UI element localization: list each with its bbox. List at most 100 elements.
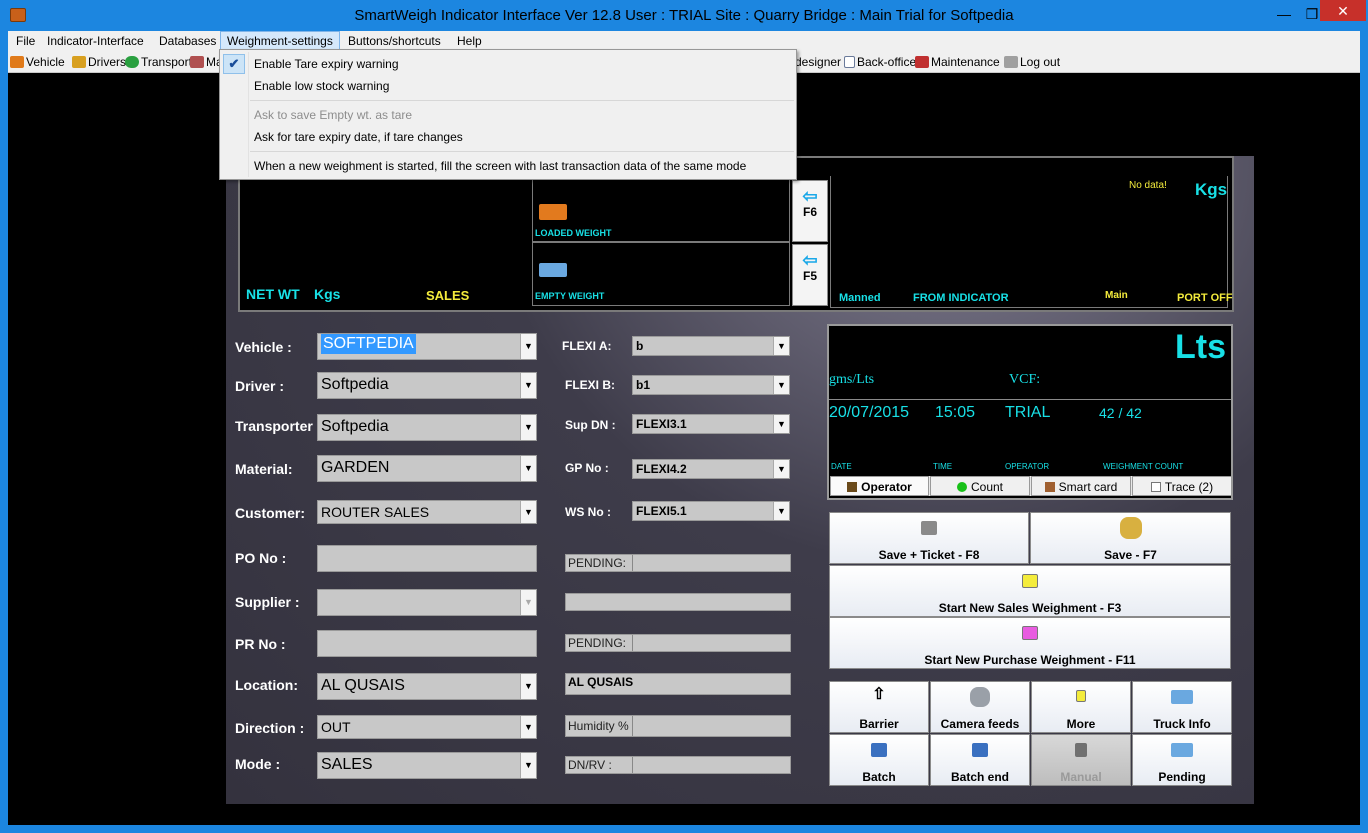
f6-button[interactable]: ⇦ F6 — [792, 180, 828, 242]
po-no-input[interactable] — [317, 545, 537, 572]
tab-count[interactable]: Count — [930, 476, 1030, 496]
toolbar-back-office[interactable]: Back-office — [844, 54, 916, 70]
chevron-down-icon[interactable]: ▼ — [773, 502, 789, 520]
count-label: WEIGHMENT COUNT — [1103, 462, 1184, 471]
minimize-button[interactable]: — — [1270, 4, 1298, 24]
supplier-label: Supplier : — [235, 594, 300, 610]
barrier-button[interactable]: ⇧ Barrier — [829, 681, 929, 733]
transporter-combo[interactable]: Softpedia ▼ — [317, 414, 537, 441]
location-label: Location: — [235, 677, 298, 693]
save-button[interactable]: Save - F7 — [1030, 512, 1231, 564]
batch-button[interactable]: Batch — [829, 734, 929, 786]
manual-button[interactable]: Manual — [1031, 734, 1131, 786]
camera-feeds-button[interactable]: Camera feeds — [930, 681, 1030, 733]
location-combo[interactable]: AL QUSAIS ▼ — [317, 673, 537, 700]
po-no-label: PO No : — [235, 550, 287, 566]
chevron-down-icon[interactable]: ▼ — [773, 460, 789, 478]
customer-combo[interactable]: ROUTER SALES ▼ — [317, 500, 537, 524]
truck-info-button[interactable]: Truck Info — [1132, 681, 1232, 733]
chevron-down-icon[interactable]: ▼ — [520, 501, 536, 523]
driver-combo[interactable]: Softpedia ▼ — [317, 372, 537, 399]
chevron-down-icon[interactable]: ▼ — [520, 334, 536, 359]
flexi-a-combo[interactable]: b ▼ — [632, 336, 790, 356]
more-button[interactable]: More — [1031, 681, 1131, 733]
sup-dn-combo[interactable]: FLEXI3.1 ▼ — [632, 414, 790, 434]
batch-icon — [871, 743, 887, 757]
document-icon — [844, 56, 855, 68]
toolbar-maintenance[interactable]: Maintenance — [915, 54, 1000, 70]
menu-databases[interactable]: Databases — [153, 31, 222, 51]
webcam-icon — [970, 687, 990, 707]
driver-icon — [72, 56, 86, 68]
supplier-combo[interactable]: ▼ — [317, 589, 537, 616]
loaded-weight-label: LOADED WEIGHT — [535, 228, 612, 238]
material-combo[interactable]: GARDEN ▼ — [317, 455, 537, 482]
toolbar-drivers[interactable]: Drivers — [72, 54, 126, 70]
menu-help[interactable]: Help — [451, 31, 488, 51]
chevron-down-icon[interactable]: ▼ — [520, 590, 536, 615]
supplier-text-field[interactable] — [565, 593, 791, 611]
note-icon — [1076, 690, 1086, 702]
material-label: Material: — [235, 461, 293, 477]
vcf-label: VCF: — [1009, 372, 1041, 387]
new-purchase-weighment-button[interactable]: Start New Purchase Weighment - F11 — [829, 617, 1231, 669]
trace-icon — [1150, 482, 1161, 492]
pr-no-input[interactable] — [317, 630, 537, 657]
batch-end-button[interactable]: Batch end — [930, 734, 1030, 786]
chevron-down-icon[interactable]: ▼ — [520, 716, 536, 738]
pending-pr-field[interactable]: PENDING: — [565, 634, 791, 652]
sup-dn-label: Sup DN : — [565, 418, 616, 432]
flexi-b-combo[interactable]: b1 ▼ — [632, 375, 790, 395]
main-panel: NET WT Kgs SALES LOADED WEIGHT EMPTY WEI… — [226, 156, 1254, 804]
operator-icon — [847, 482, 858, 492]
ask-save-empty-tare-item[interactable]: Ask to save Empty wt. as tare — [254, 105, 412, 125]
menu-indicator-interface[interactable]: Indicator-Interface — [41, 31, 150, 51]
checkmark-icon: ✔ — [223, 54, 245, 74]
direction-combo[interactable]: OUT ▼ — [317, 715, 537, 739]
vehicle-combo[interactable]: SOFTPEDIA ▼ — [317, 333, 537, 360]
pending-button[interactable]: Pending — [1132, 734, 1232, 786]
ws-no-combo[interactable]: FLEXI5.1 ▼ — [632, 501, 790, 521]
dn-rv-field[interactable]: DN/RV : — [565, 756, 791, 774]
toolbar-vehicle[interactable]: Vehicle — [10, 54, 65, 70]
gp-no-combo[interactable]: FLEXI4.2 ▼ — [632, 459, 790, 479]
menu-weighment-settings[interactable]: Weighment-settings — [220, 31, 340, 51]
chevron-down-icon[interactable]: ▼ — [520, 674, 536, 699]
app-window: SmartWeigh Indicator Interface Ver 12.8 … — [0, 0, 1368, 833]
empty-weight-box: EMPTY WEIGHT — [532, 242, 790, 306]
location-text-field[interactable]: AL QUSAIS — [565, 673, 791, 695]
toolbar-designer[interactable]: designer — [795, 54, 841, 70]
toolbar-transport[interactable]: Transport — [125, 54, 192, 70]
mode-combo[interactable]: SALES ▼ — [317, 752, 537, 779]
port-status: PORT OFF — [1177, 292, 1233, 304]
chevron-down-icon[interactable]: ▼ — [773, 337, 789, 355]
ask-tare-expiry-date-item[interactable]: Ask for tare expiry date, if tare change… — [254, 127, 463, 147]
tab-trace[interactable]: Trace (2) — [1132, 476, 1232, 496]
menu-buttons-shortcuts[interactable]: Buttons/shortcuts — [342, 31, 447, 51]
tab-smart-card[interactable]: Smart card — [1031, 476, 1131, 496]
chevron-down-icon[interactable]: ▼ — [773, 415, 789, 433]
new-sales-weighment-button[interactable]: Start New Sales Weighment - F3 — [829, 565, 1231, 617]
chevron-down-icon[interactable]: ▼ — [520, 753, 536, 778]
close-button[interactable]: ✕ — [1320, 0, 1366, 21]
chevron-down-icon[interactable]: ▼ — [520, 415, 536, 440]
enable-tare-expiry-item[interactable]: Enable Tare expiry warning — [254, 54, 399, 74]
menu-file[interactable]: File — [10, 31, 41, 51]
f5-button[interactable]: ⇦ F5 — [792, 244, 828, 306]
globe-icon — [125, 56, 139, 68]
arrow-left-icon: ⇦ — [802, 186, 818, 206]
from-indicator-label: FROM INDICATOR — [913, 292, 1009, 304]
fill-last-transaction-item[interactable]: When a new weighment is started, fill th… — [254, 156, 746, 176]
tab-operator[interactable]: Operator — [830, 476, 929, 496]
enable-low-stock-item[interactable]: Enable low stock warning — [254, 76, 389, 96]
toolbar-logout[interactable]: Log out — [1004, 54, 1060, 70]
chevron-down-icon[interactable]: ▼ — [520, 456, 536, 481]
chevron-down-icon[interactable]: ▼ — [520, 373, 536, 398]
stock-info-panel: Lts gms/Lts VCF: 20/07/2015 15:05 TRIAL … — [827, 324, 1233, 500]
toolbar-material[interactable]: Ma — [190, 54, 223, 70]
pending-po-field[interactable]: PENDING: — [565, 554, 791, 572]
save-ticket-button[interactable]: Save + Ticket - F8 — [829, 512, 1029, 564]
chevron-down-icon[interactable]: ▼ — [773, 376, 789, 394]
humidity-field[interactable]: Humidity % — [565, 715, 791, 737]
time-label: TIME — [933, 462, 953, 471]
